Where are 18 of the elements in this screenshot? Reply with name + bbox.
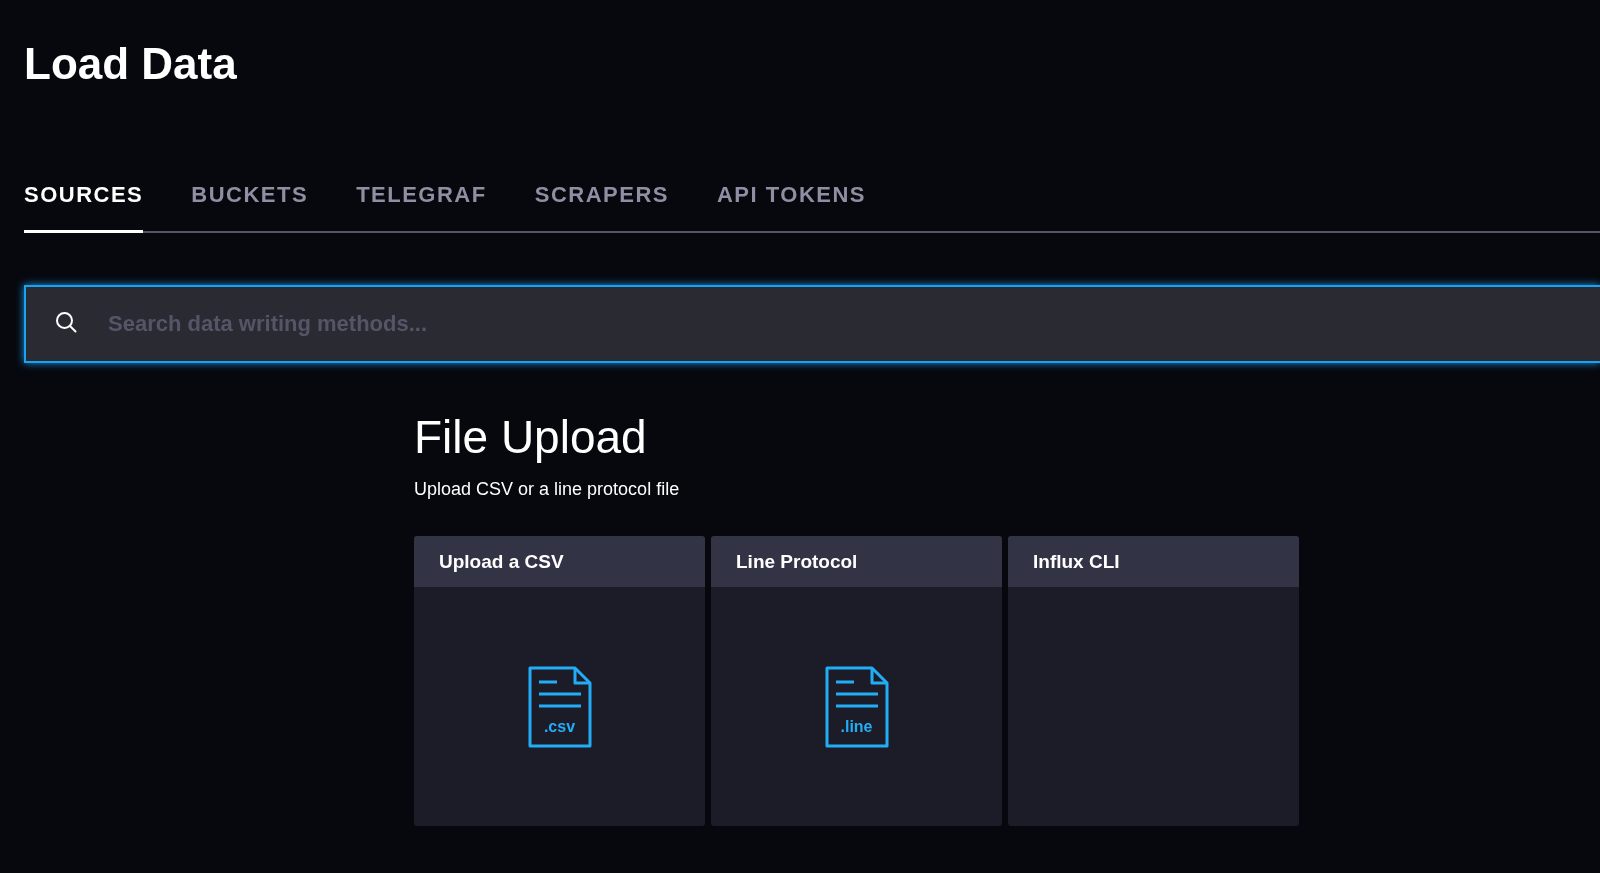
upload-card[interactable]: Influx CLI xyxy=(1008,536,1299,826)
page-title: Load Data xyxy=(24,38,238,90)
tab[interactable]: TELEGRAF xyxy=(356,182,487,233)
section-title: File Upload xyxy=(414,410,648,465)
card-header: Upload a CSV xyxy=(414,536,705,587)
section-subtitle: Upload CSV or a line protocol file xyxy=(414,479,681,500)
file-icon xyxy=(526,665,593,748)
tab[interactable]: SCRAPERS xyxy=(534,182,669,233)
tab[interactable]: API TOKENS xyxy=(716,182,866,233)
tab[interactable]: SOURCES xyxy=(24,182,144,233)
file-extension-label: .line xyxy=(839,717,874,736)
card-header: Influx CLI xyxy=(1008,536,1299,587)
file-extension-label: .csv xyxy=(542,717,577,736)
card-header: Line Protocol xyxy=(711,536,1002,587)
tab[interactable]: BUCKETS xyxy=(191,182,309,233)
upload-card[interactable]: Line Protocol .line xyxy=(711,536,1002,826)
file-icon xyxy=(823,665,890,748)
upload-card[interactable]: Upload a CSV .csv xyxy=(414,536,705,826)
